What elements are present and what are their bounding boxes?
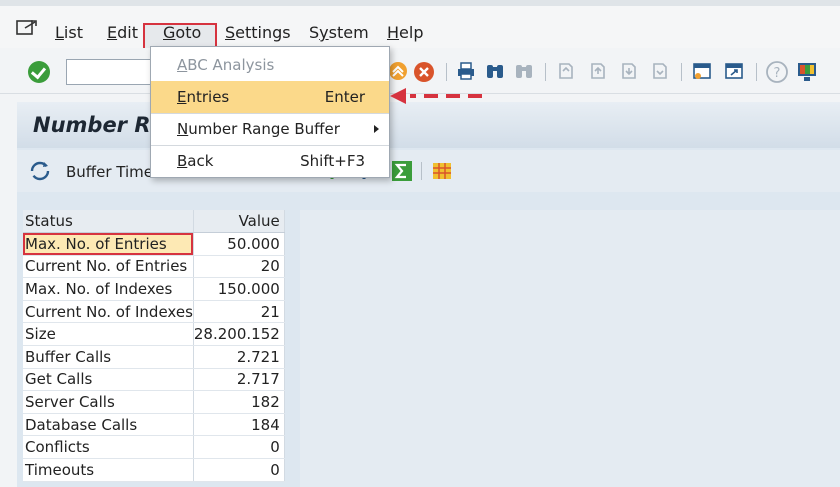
nav-up-icon[interactable] — [388, 61, 408, 81]
refresh-icon[interactable] — [29, 160, 51, 182]
create-session-icon[interactable] — [692, 61, 712, 81]
customize-icon[interactable] — [796, 61, 818, 83]
menu-item-number-range-buffer[interactable]: Number Range Buffer — [151, 113, 389, 145]
table-row[interactable]: Database Calls 184 — [23, 413, 285, 437]
sub-toolbar: Buffer Times Server Times — [17, 150, 840, 192]
first-page-icon[interactable] — [556, 61, 576, 81]
table-row[interactable]: Timeouts 0 — [23, 458, 285, 482]
find-next-icon[interactable] — [514, 61, 534, 81]
next-page-icon[interactable] — [619, 61, 639, 81]
menu-system[interactable]: System — [309, 22, 369, 46]
page-title: Number R — [33, 113, 151, 137]
value-cell[interactable]: 0 — [193, 458, 285, 482]
menu-bar: List Edit Goto Settings System Help — [0, 0, 840, 52]
ok-icon[interactable] — [28, 61, 50, 83]
toolbar-separator — [421, 162, 422, 180]
status-table: Status Value Max. No. of Entries 50.000 … — [23, 210, 285, 482]
goto-dropdown-menu: ABC Analysis Entries Enter Number Range B… — [150, 46, 390, 178]
menu-item-back[interactable]: Back Shift+F3 — [151, 145, 389, 177]
value-cell[interactable]: 20 — [193, 255, 285, 279]
empty-grid-area — [300, 210, 840, 487]
table-row[interactable]: Current No. of Indexes 21 — [23, 300, 285, 324]
table-row[interactable]: Get Calls 2.717 — [23, 368, 285, 392]
toolbar-separator — [446, 63, 447, 81]
status-cell[interactable]: Current No. of Indexes — [23, 300, 194, 324]
status-cell[interactable]: Buffer Calls — [23, 345, 194, 369]
status-cell[interactable]: Timeouts — [23, 458, 194, 482]
status-table-area: Status Value Max. No. of Entries 50.000 … — [23, 210, 840, 487]
table-row[interactable]: Size 28.200.152 — [23, 322, 285, 347]
toolbar-separator — [545, 63, 546, 81]
status-cell[interactable]: Get Calls — [23, 368, 194, 392]
value-cell[interactable]: 182 — [193, 390, 285, 414]
prev-page-icon[interactable] — [588, 61, 608, 81]
menu-item-entries[interactable]: Entries Enter — [151, 81, 389, 113]
value-cell[interactable]: 184 — [193, 413, 285, 437]
status-cell[interactable]: Current No. of Entries — [23, 255, 194, 279]
menu-settings[interactable]: Settings — [225, 22, 291, 46]
command-field[interactable] — [66, 59, 162, 85]
toolbar-separator — [756, 63, 757, 81]
shortcut-icon[interactable] — [724, 61, 744, 81]
column-header-value[interactable]: Value — [193, 210, 285, 234]
panel-header: Number R — [17, 102, 840, 148]
shortcut-label: Shift+F3 — [300, 152, 365, 170]
value-cell[interactable]: 2.717 — [193, 368, 285, 392]
table-row[interactable]: Max. No. of Indexes 150.000 — [23, 277, 285, 301]
table-header-row: Status Value — [23, 210, 285, 234]
value-cell[interactable]: 28.200.152 — [193, 322, 285, 347]
table-row[interactable]: Conflicts 0 — [23, 435, 285, 460]
value-cell[interactable]: 0 — [193, 435, 285, 460]
status-cell[interactable]: Conflicts — [23, 435, 194, 460]
menu-item-abc-analysis: ABC Analysis — [177, 56, 275, 74]
menu-edit[interactable]: Edit — [107, 22, 138, 46]
status-cell[interactable]: Max. No. of Indexes — [23, 277, 194, 301]
value-cell[interactable]: 150.000 — [193, 277, 285, 301]
menu-toggle-icon[interactable] — [16, 19, 38, 37]
status-cell[interactable]: Max. No. of Entries — [23, 232, 194, 256]
svg-text:?: ? — [774, 66, 781, 81]
value-cell[interactable]: 2.721 — [193, 345, 285, 369]
find-icon[interactable] — [485, 61, 505, 81]
shortcut-label: Enter — [324, 88, 365, 106]
status-cell[interactable]: Size — [23, 322, 194, 347]
help-icon[interactable]: ? — [766, 61, 788, 83]
toolbar-separator — [681, 63, 682, 81]
table-row[interactable]: Server Calls 182 — [23, 390, 285, 414]
menu-goto[interactable]: Goto — [163, 22, 201, 46]
column-header-status[interactable]: Status — [23, 210, 194, 234]
sum-icon[interactable] — [391, 160, 413, 182]
cancel-icon[interactable] — [413, 61, 435, 83]
status-cell[interactable]: Server Calls — [23, 390, 194, 414]
print-icon[interactable] — [456, 61, 476, 81]
value-cell[interactable]: 50.000 — [193, 232, 285, 256]
menu-help[interactable]: Help — [387, 22, 423, 46]
layout-grid-icon[interactable] — [431, 160, 453, 182]
table-row[interactable]: Current No. of Entries 20 — [23, 255, 285, 279]
buffer-times-button[interactable]: Buffer Times — [66, 163, 161, 181]
annotation-arrow-icon — [390, 88, 482, 104]
table-row[interactable]: Buffer Calls 2.721 — [23, 345, 285, 369]
menu-list[interactable]: List — [55, 22, 83, 46]
submenu-arrow-icon — [374, 125, 379, 133]
last-page-icon[interactable] — [650, 61, 670, 81]
value-cell[interactable]: 21 — [193, 300, 285, 324]
status-cell[interactable]: Database Calls — [23, 413, 194, 437]
table-row[interactable]: Max. No. of Entries 50.000 — [23, 232, 285, 256]
